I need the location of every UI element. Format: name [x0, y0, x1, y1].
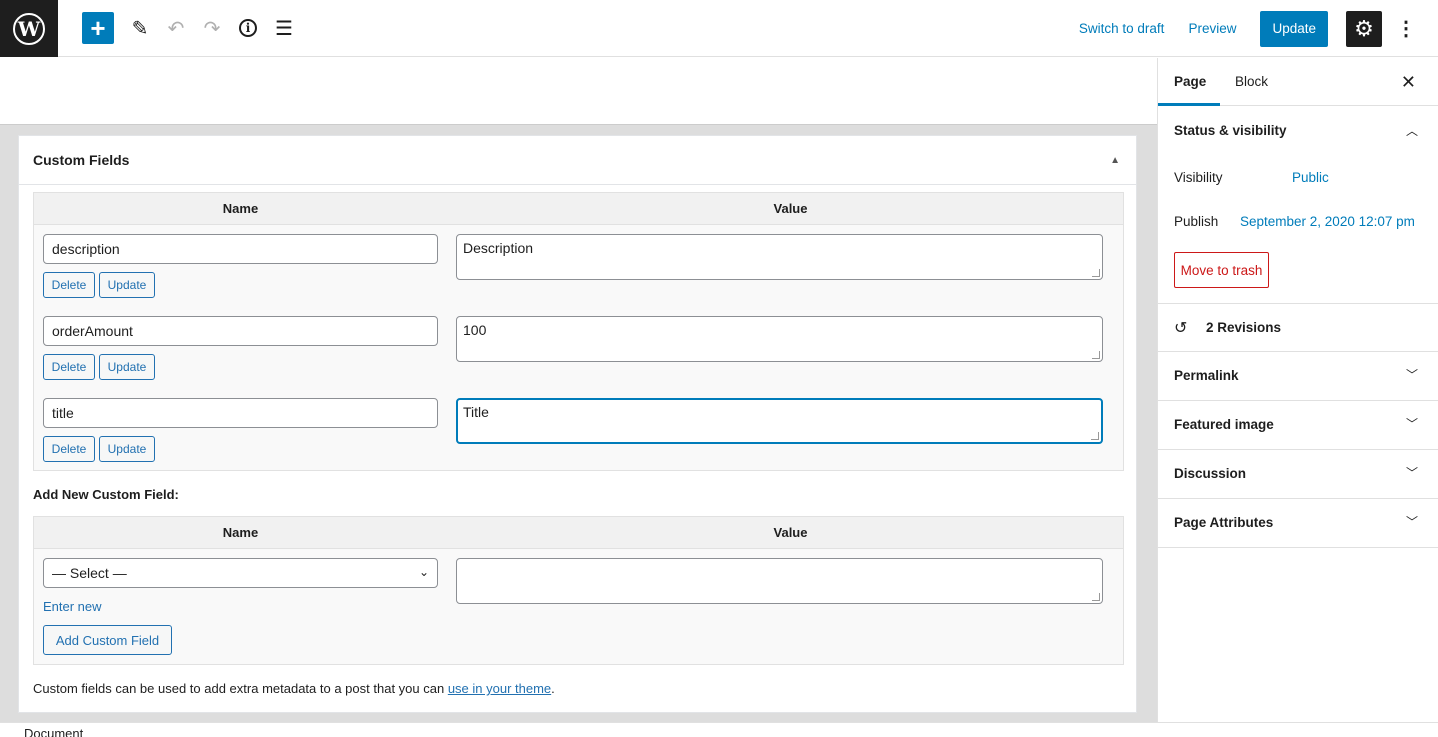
- status-visibility-title[interactable]: Status & visibility: [1174, 123, 1287, 138]
- update-field-button[interactable]: Update: [99, 436, 155, 462]
- editor-canvas: Custom Fields ▲ Name Value description D…: [0, 58, 1157, 722]
- update-button[interactable]: Update: [1260, 10, 1328, 47]
- edit-tool-button[interactable]: ✎: [124, 12, 156, 44]
- editor-content-area[interactable]: [0, 58, 1157, 124]
- revisions-link[interactable]: 2 Revisions: [1206, 320, 1281, 335]
- add-field-table-header: Name Value: [34, 517, 1123, 549]
- resize-handle-icon[interactable]: [1092, 593, 1100, 601]
- pencil-icon: ✎: [131, 17, 149, 40]
- settings-sidebar: Page Block ✕ Status & visibility ︿ Visib…: [1157, 58, 1438, 722]
- note-text: Custom fields can be used to add extra m…: [33, 681, 448, 696]
- switch-to-draft-button[interactable]: Switch to draft: [1079, 21, 1165, 36]
- move-to-trash-button[interactable]: Move to trash: [1174, 252, 1269, 288]
- custom-field-value-textarea[interactable]: Title: [456, 398, 1103, 444]
- breadcrumb: Document: [0, 722, 1438, 737]
- tab-page[interactable]: Page: [1174, 74, 1206, 89]
- custom-fields-header[interactable]: Custom Fields: [19, 136, 1136, 185]
- custom-field-name-input[interactable]: orderAmount: [43, 316, 438, 346]
- resize-handle-icon[interactable]: [1092, 351, 1100, 359]
- page-attributes-title[interactable]: Page Attributes: [1174, 515, 1273, 530]
- delete-field-button[interactable]: Delete: [43, 436, 95, 462]
- outline-button[interactable]: ☰: [268, 12, 300, 44]
- preview-button[interactable]: Preview: [1188, 21, 1236, 36]
- select-value: — Select —: [52, 565, 127, 581]
- tab-block[interactable]: Block: [1235, 74, 1268, 89]
- custom-field-value-text: 100: [463, 322, 487, 338]
- add-block-button[interactable]: +: [82, 12, 114, 44]
- meta-key-select[interactable]: — Select — ⌄: [43, 558, 438, 588]
- editor-header: W + ✎ ↶ ↷ i ☰ Switch to draft Preview Up…: [0, 0, 1438, 57]
- add-new-custom-field-label: Add New Custom Field:: [33, 487, 179, 502]
- redo-icon: ↷: [203, 17, 221, 40]
- custom-field-row: title Delete Update Title: [34, 389, 1123, 471]
- add-custom-field-button[interactable]: Add Custom Field: [43, 625, 172, 655]
- value-column-header: Value: [773, 525, 808, 540]
- chevron-down-icon: ﹀: [1405, 417, 1418, 431]
- delete-field-button[interactable]: Delete: [43, 354, 95, 380]
- use-in-theme-link[interactable]: use in your theme: [448, 681, 551, 696]
- custom-fields-title: Custom Fields: [33, 152, 130, 168]
- resize-handle-icon[interactable]: [1091, 432, 1099, 440]
- publish-label: Publish: [1174, 214, 1219, 229]
- chevron-down-icon: ﹀: [1405, 515, 1418, 529]
- chevron-down-icon: ﹀: [1405, 368, 1418, 382]
- custom-field-name-input[interactable]: title: [43, 398, 438, 428]
- custom-field-row: orderAmount Delete Update 100: [34, 307, 1123, 389]
- discussion-title[interactable]: Discussion: [1174, 466, 1246, 481]
- chevron-up-icon[interactable]: ︿: [1406, 122, 1418, 139]
- page-attributes-panel[interactable]: Page Attributes ﹀: [1158, 499, 1438, 548]
- custom-field-value-textarea[interactable]: 100: [456, 316, 1103, 362]
- collapse-triangle-icon[interactable]: ▲: [1110, 155, 1120, 166]
- update-field-button[interactable]: Update: [99, 272, 155, 298]
- value-column-header: Value: [773, 201, 808, 216]
- kebab-icon: ⋮: [1396, 18, 1416, 40]
- note-suffix: .: [551, 681, 555, 696]
- sidebar-tabs: Page Block ✕: [1158, 58, 1438, 106]
- featured-image-panel[interactable]: Featured image ﹀: [1158, 401, 1438, 450]
- featured-image-title[interactable]: Featured image: [1174, 417, 1274, 432]
- list-view-icon: ☰: [275, 17, 293, 40]
- status-visibility-panel: Status & visibility ︿ Visibility Public …: [1158, 106, 1438, 304]
- custom-fields-list: Name Value description Delete Update Des…: [33, 192, 1124, 471]
- new-field-value-textarea[interactable]: [456, 558, 1103, 604]
- more-options-button[interactable]: ⋮: [1396, 16, 1416, 41]
- publish-date-toggle[interactable]: September 2, 2020 12:07 pm: [1240, 214, 1415, 229]
- delete-field-button[interactable]: Delete: [43, 272, 95, 298]
- undo-icon: ↶: [167, 17, 185, 40]
- gear-icon: ⚙: [1354, 15, 1374, 41]
- custom-fields-table-header: Name Value: [34, 193, 1123, 225]
- wordpress-icon: W: [13, 12, 45, 45]
- custom-field-value-textarea[interactable]: Description: [456, 234, 1103, 280]
- info-icon: i: [239, 19, 257, 37]
- permalink-panel[interactable]: Permalink ﹀: [1158, 352, 1438, 401]
- chevron-down-icon: ⌄: [418, 565, 429, 579]
- close-icon[interactable]: ✕: [1401, 72, 1416, 93]
- chevron-down-icon: ﹀: [1405, 466, 1418, 480]
- name-column-header: Name: [222, 525, 259, 540]
- custom-fields-metabox: Custom Fields ▲ Name Value description D…: [18, 135, 1137, 713]
- custom-field-value-text: Title: [463, 404, 489, 420]
- visibility-toggle[interactable]: Public: [1292, 170, 1329, 185]
- settings-button[interactable]: ⚙: [1346, 10, 1382, 47]
- custom-field-value-text: Description: [463, 240, 534, 256]
- metabox-area: Custom Fields ▲ Name Value description D…: [0, 124, 1157, 722]
- update-field-button[interactable]: Update: [99, 354, 155, 380]
- name-column-header: Name: [222, 201, 259, 216]
- undo-button[interactable]: ↶: [160, 12, 192, 44]
- custom-field-name-input[interactable]: description: [43, 234, 438, 264]
- custom-fields-note: Custom fields can be used to add extra m…: [33, 681, 555, 696]
- wordpress-logo-button[interactable]: W: [0, 0, 58, 57]
- visibility-label: Visibility: [1174, 170, 1223, 185]
- revisions-panel[interactable]: ↺ 2 Revisions: [1158, 304, 1438, 352]
- custom-field-row: description Delete Update Description: [34, 225, 1123, 307]
- add-custom-field-form: Name Value — Select — ⌄ Enter new Add Cu…: [33, 516, 1124, 665]
- details-button[interactable]: i: [232, 12, 264, 44]
- redo-button[interactable]: ↷: [196, 12, 228, 44]
- resize-handle-icon[interactable]: [1092, 269, 1100, 277]
- discussion-panel[interactable]: Discussion ﹀: [1158, 450, 1438, 499]
- enter-new-link[interactable]: Enter new: [43, 599, 102, 614]
- history-icon: ↺: [1174, 320, 1188, 337]
- breadcrumb-document[interactable]: Document: [24, 726, 83, 737]
- permalink-title[interactable]: Permalink: [1174, 368, 1239, 383]
